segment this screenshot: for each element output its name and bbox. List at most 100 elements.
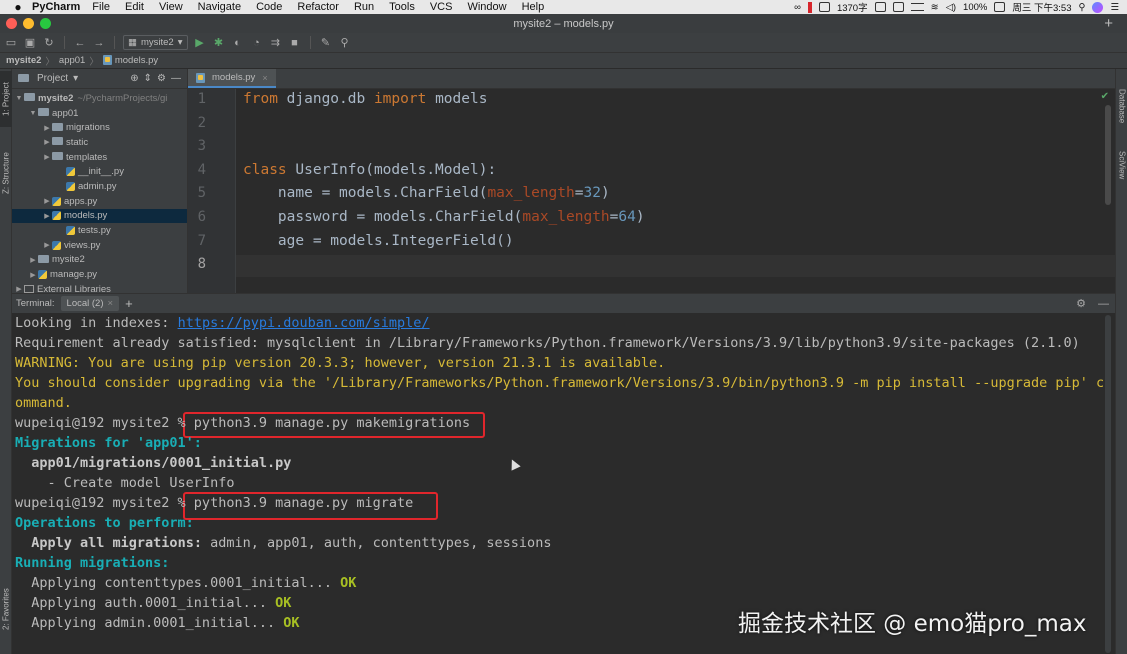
breadcrumb-item[interactable]: models.py [102,55,158,66]
close-window-button[interactable] [6,18,17,29]
menu-window[interactable]: Window [467,1,506,13]
menu-run[interactable]: Run [354,1,374,13]
project-tree-item[interactable]: tests.py [12,223,187,238]
tool-tab-favorites[interactable]: 2: Favorites [0,575,12,643]
menu-tools[interactable]: Tools [389,1,415,13]
code-line[interactable]: age = models.IntegerField() [243,233,514,249]
project-tree-item[interactable]: admin.py [12,179,187,194]
close-terminal-tab-icon[interactable]: × [108,298,114,309]
chevron-right-icon[interactable]: ▶ [42,124,52,132]
save-all-icon[interactable]: ▣ [23,36,37,50]
menu-vcs[interactable]: VCS [430,1,453,13]
menu-edit[interactable]: Edit [125,1,144,13]
screen-status-icon[interactable] [818,2,830,12]
code-line[interactable]: from django.db import models [243,91,487,107]
project-tree-item[interactable]: ▼ app01 [12,106,187,121]
search-icon[interactable]: ⚲ [338,36,352,50]
coverage-icon[interactable]: ◐ [231,36,245,50]
chevron-right-icon[interactable]: ▶ [42,241,52,249]
menu-help[interactable]: Help [522,1,545,13]
maximize-window-button[interactable] [40,18,51,29]
profile-icon[interactable]: ◔ [250,36,264,50]
stop-icon[interactable]: ■ [288,36,302,50]
project-tree-item[interactable]: ▶ mysite2 [12,253,187,268]
code-line[interactable]: name = models.CharField(max_length=32) [243,185,610,201]
settings-wrench-icon[interactable]: ✎ [319,36,333,50]
collapse-all-icon[interactable]: ⇕ [144,73,152,84]
breadcrumb-item[interactable]: app01 [59,55,85,66]
back-icon[interactable]: ← [73,36,87,50]
menu-view[interactable]: View [159,1,183,13]
chevron-right-icon[interactable]: ▶ [42,197,52,205]
wifi-icon[interactable]: ≋ [931,2,939,13]
debug-icon[interactable]: ✱ [212,36,226,50]
code-editor[interactable]: 1 2 3 4 5 6 7 8 ✔ from django.db import models c… [188,89,1115,293]
tool-tab-project[interactable]: 1: Project [0,71,12,127]
chevron-right-icon[interactable]: ▶ [14,285,24,293]
gear-icon[interactable]: ⚙ [1076,297,1086,310]
terminal-tab-local[interactable]: Local (2) × [60,296,120,311]
battery-percent[interactable]: 100% [963,2,987,13]
inspection-ok-icon[interactable]: ✔ [1101,91,1109,102]
tool-tab-database[interactable]: Database [1116,81,1127,131]
editor-tab-models[interactable]: models.py × [188,69,276,88]
chevron-down-icon[interactable]: ▼ [14,95,24,102]
control-center-icon[interactable]: ☰ [1110,2,1119,13]
menu-app-name[interactable]: PyCharm [32,1,80,13]
chevron-right-icon[interactable]: ▶ [42,138,52,146]
new-terminal-icon[interactable]: + [125,296,133,311]
menu-code[interactable]: Code [256,1,282,13]
chevron-right-icon[interactable]: ▶ [42,212,52,220]
terminal-scrollbar[interactable] [1105,315,1111,653]
project-panel-title[interactable]: Project [37,73,68,84]
project-tree-item[interactable]: ▶ views.py [12,238,187,253]
siri-icon[interactable] [1092,1,1104,13]
code-line[interactable]: class UserInfo(models.Model): [243,162,496,178]
menu-extras-icon[interactable] [910,3,924,11]
editor-scrollbar[interactable] [1105,105,1111,205]
tool-tab-structure[interactable]: Z: Structure [0,141,12,205]
hide-panel-icon[interactable]: — [1098,298,1109,310]
project-tree-item[interactable]: ▶ migrations [12,120,187,135]
close-tab-icon[interactable]: × [262,73,267,83]
battery-icon[interactable] [994,2,1006,12]
link-status-icon[interactable]: ∞ [794,2,801,13]
run-icon[interactable]: ▶ [193,36,207,50]
project-tree-item[interactable]: ▶ manage.py [12,267,187,282]
chevron-right-icon[interactable]: ▶ [28,256,38,264]
open-folder-icon[interactable]: ▭ [4,36,18,50]
hide-panel-icon[interactable]: — [171,73,181,84]
chevron-right-icon[interactable]: ▶ [28,271,38,279]
project-tree-item[interactable]: ▼ mysite2 ~/PycharmProjects/gi [12,91,187,106]
forward-icon[interactable]: → [92,36,106,50]
breadcrumb-item[interactable]: mysite2 [6,55,41,66]
project-tree-item[interactable]: __init__.py [12,164,187,179]
record-status-icon[interactable] [807,1,812,13]
project-tree-item[interactable]: ▶ apps.py [12,194,187,209]
project-tree-item[interactable]: ▶ models.py [12,208,187,224]
apple-icon[interactable]: ● [12,1,24,13]
new-tab-icon[interactable]: + [1104,15,1113,32]
sync-icon[interactable]: ↻ [42,36,56,50]
word-count-status[interactable]: 1370字 [837,0,868,14]
chevron-down-icon[interactable]: ▾ [73,73,78,84]
volume-icon[interactable]: ◁) [946,2,956,13]
menu-file[interactable]: File [92,1,110,13]
locate-file-icon[interactable]: ⊕ [130,73,138,84]
chevron-right-icon[interactable]: ▶ [42,153,52,161]
clock[interactable]: 周三 下午3:53 [1012,0,1071,14]
project-tree-item[interactable]: ▶ External Libraries [12,282,187,293]
terminal-output[interactable]: Looking in indexes: https://pypi.douban.… [12,313,1115,654]
spotlight-search-icon[interactable]: ⚲ [1079,2,1086,13]
minimize-window-button[interactable] [23,18,34,29]
chevron-down-icon[interactable]: ▼ [28,110,38,117]
project-tree-item[interactable]: ▶ static [12,135,187,150]
code-line[interactable]: password = models.CharField(max_length=6… [243,209,645,225]
input-method-icon[interactable] [892,2,904,12]
run-config-dropdown[interactable]: ▦ mysite2 ▾ [123,35,188,50]
project-tree-item[interactable]: ▶ templates [12,150,187,165]
concurrency-icon[interactable]: ⇉ [269,36,283,50]
app-status-icon[interactable] [874,2,886,12]
menu-refactor[interactable]: Refactor [297,1,339,13]
tool-tab-sciview[interactable]: SciView [1116,141,1127,189]
